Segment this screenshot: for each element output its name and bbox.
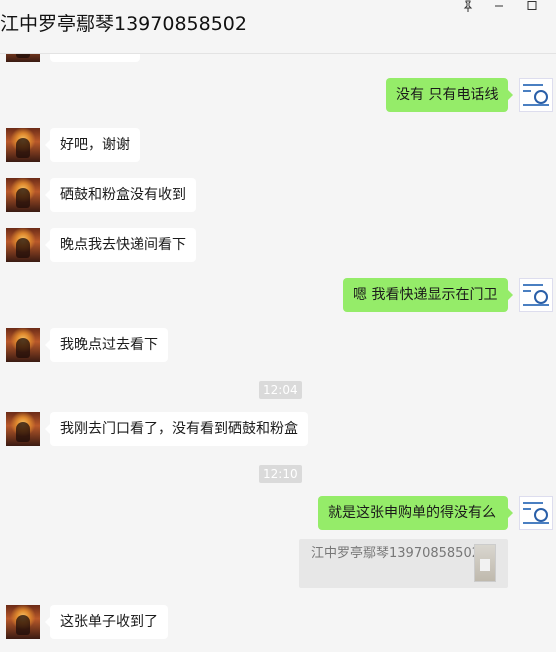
chat-title: 江中罗亭鄢琴13970858502 [0, 13, 247, 35]
timestamp: 12:04 [259, 381, 302, 399]
title-bar: 江中罗亭鄢琴13970858502 [0, 0, 556, 54]
message-text: 好吧，谢谢 [60, 137, 130, 153]
quoted-message-text: 江中罗亭鄢琴13970858502： [311, 546, 493, 561]
message-bubble-outgoing[interactable]: 嗯 我看快递显示在门卫 [343, 278, 513, 312]
pin-icon[interactable] [455, 0, 481, 14]
message-text: 这张单子收到了 [60, 614, 158, 630]
message-list[interactable]: 没有 只有电话线 好吧，谢谢 硒鼓和粉盒没有收到 晚点我去快递间看下 嗯 我看快… [0, 54, 556, 652]
message-bubble-incoming[interactable]: 我刚去门口看了，没有看到硒鼓和粉盒 [45, 412, 308, 446]
contact-avatar[interactable] [6, 54, 40, 62]
message-text: 就是这张申购单的得没有么 [328, 505, 496, 521]
maximize-icon[interactable] [519, 0, 545, 14]
message-bubble-partial[interactable] [50, 54, 140, 62]
message-text: 我刚去门口看了，没有看到硒鼓和粉盒 [60, 421, 298, 437]
message-text: 没有 只有电话线 [396, 87, 499, 103]
contact-avatar[interactable] [6, 412, 40, 446]
quoted-image-thumbnail[interactable] [474, 544, 496, 582]
message-bubble-incoming[interactable]: 晚点我去快递间看下 [45, 228, 196, 262]
message-text: 我晚点过去看下 [60, 337, 158, 353]
contact-avatar[interactable] [6, 328, 40, 362]
message-text: 晚点我去快递间看下 [60, 237, 186, 253]
message-bubble-incoming[interactable]: 硒鼓和粉盒没有收到 [45, 178, 196, 212]
message-bubble-outgoing[interactable]: 就是这张申购单的得没有么 [318, 496, 513, 530]
message-bubble-incoming[interactable]: 好吧，谢谢 [45, 128, 140, 162]
timestamp: 12:10 [259, 465, 302, 483]
message-text: 硒鼓和粉盒没有收到 [60, 187, 186, 203]
contact-avatar[interactable] [6, 128, 40, 162]
contact-avatar[interactable] [6, 605, 40, 639]
message-text: 嗯 我看快递显示在门卫 [353, 287, 498, 303]
message-bubble-outgoing[interactable]: 没有 只有电话线 [386, 78, 513, 112]
my-avatar[interactable] [519, 278, 553, 312]
my-avatar[interactable] [519, 496, 553, 530]
contact-avatar[interactable] [6, 228, 40, 262]
message-bubble-incoming[interactable]: 这张单子收到了 [45, 605, 168, 639]
my-avatar[interactable] [519, 78, 553, 112]
quoted-message[interactable]: 江中罗亭鄢琴13970858502： [299, 539, 508, 588]
minimize-icon[interactable] [486, 0, 512, 14]
message-bubble-incoming[interactable]: 我晚点过去看下 [45, 328, 168, 362]
contact-avatar[interactable] [6, 178, 40, 212]
